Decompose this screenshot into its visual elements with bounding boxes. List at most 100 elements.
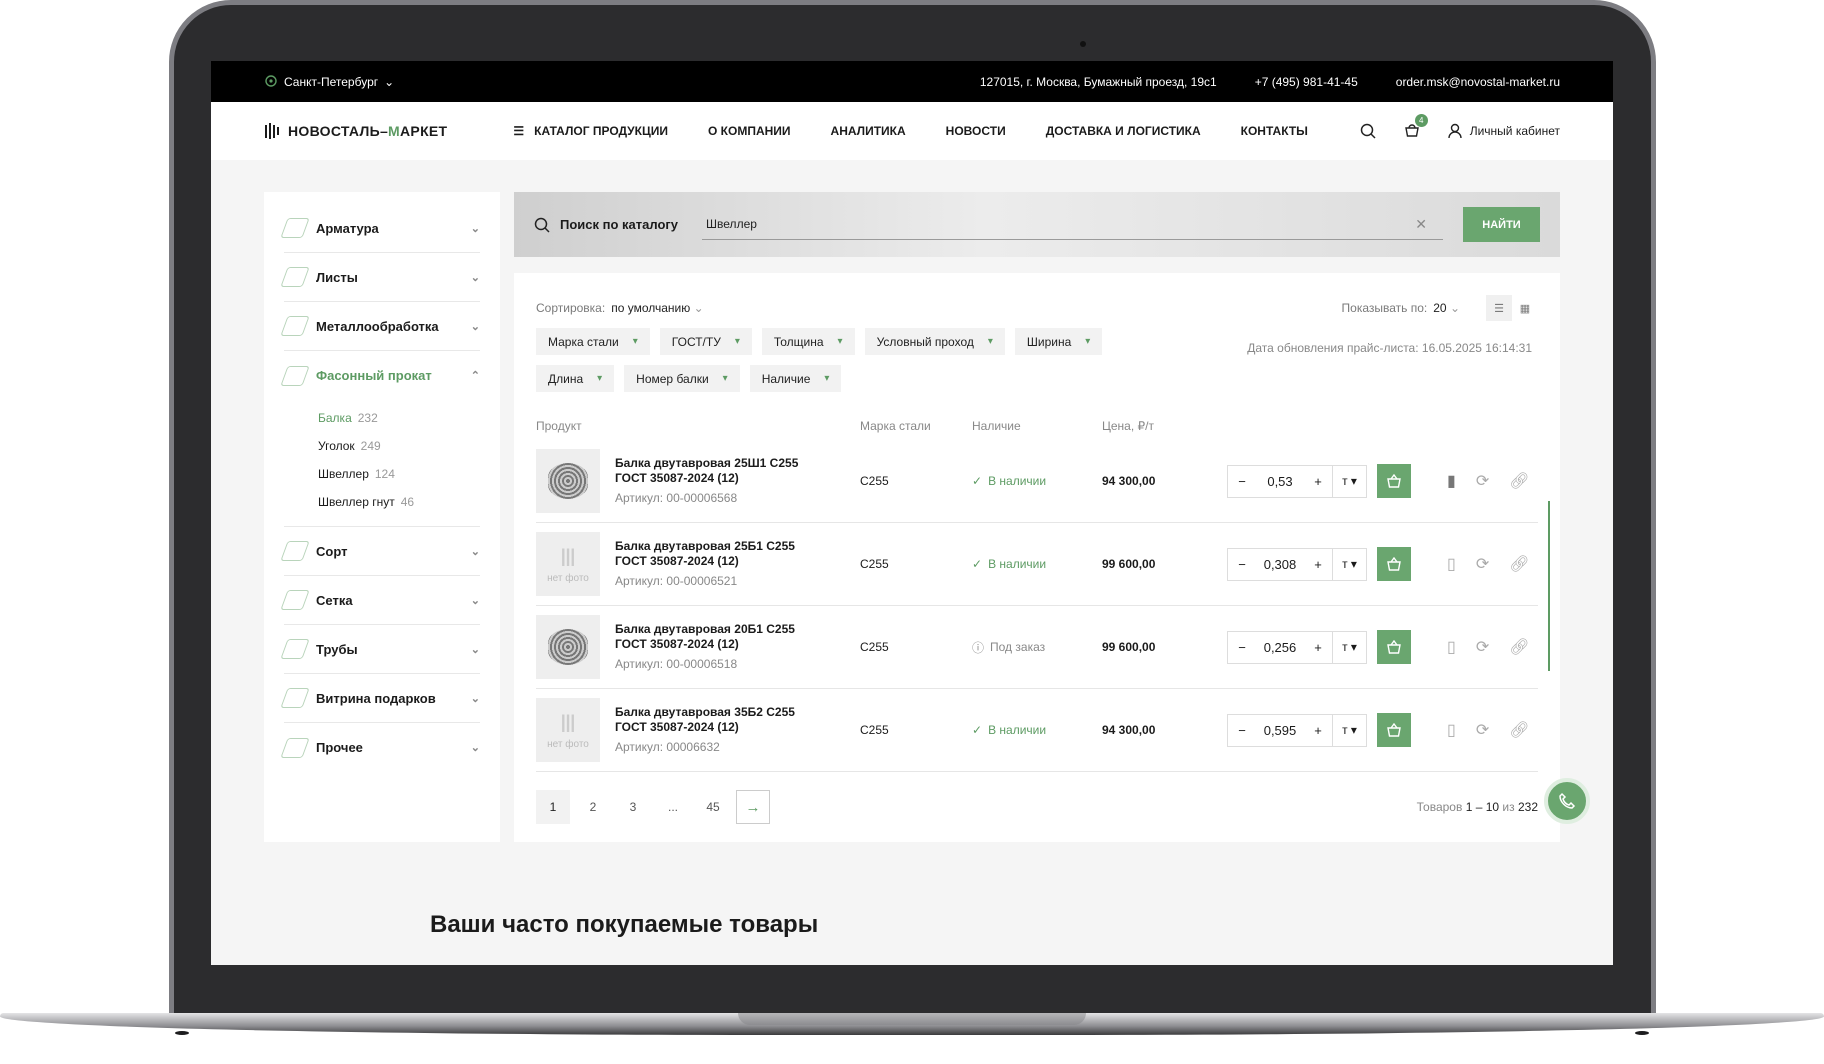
filter-gost[interactable]: ГОСТ/ТУ ▾	[659, 328, 752, 355]
subcategory-item[interactable]: Швеллер гнут 46	[318, 488, 480, 516]
product-image[interactable]: Ⅲнет фото	[536, 532, 600, 596]
laptop-mockup: Санкт-Петербург ⌄ 127015, г. Москва, Бум…	[0, 0, 1824, 1064]
nav-about[interactable]: О КОМПАНИИ	[708, 124, 791, 138]
add-to-cart-button[interactable]	[1377, 547, 1411, 581]
unit-select[interactable]: т ▾	[1332, 548, 1366, 580]
sidebar-item-sort[interactable]: Сорт ⌄	[280, 527, 480, 576]
quantity-value[interactable]: 0,53	[1256, 474, 1304, 489]
bookmark-icon[interactable]: ▯	[1447, 554, 1456, 574]
link-icon[interactable]: 🔗︎	[1509, 471, 1529, 491]
bookmark-icon[interactable]: ▯	[1447, 637, 1456, 657]
link-icon[interactable]: 🔗︎	[1509, 720, 1529, 740]
sidebar-item-shaped[interactable]: Фасонный прокат ⌃	[280, 351, 480, 400]
unit-select[interactable]: т ▾	[1332, 465, 1366, 497]
product-image[interactable]	[536, 615, 600, 679]
quantity-value[interactable]: 0,308	[1256, 557, 1304, 572]
cart-button[interactable]: 4	[1404, 113, 1428, 141]
minus-button[interactable]: −	[1228, 723, 1256, 738]
minus-button[interactable]: −	[1228, 474, 1256, 489]
filter-availability[interactable]: Наличие ▾	[749, 365, 842, 392]
product-title[interactable]: Балка двутавровая 25Ш1 С255 ГОСТ 35087-20…	[615, 456, 860, 506]
find-button[interactable]: НАЙТИ	[1463, 207, 1540, 242]
product-name: Балка двутавровая 25Б1 С255	[615, 539, 795, 553]
filter-steel-grade[interactable]: Марка стали ▾	[536, 328, 650, 355]
grid-view-icon[interactable]: ▦	[1512, 295, 1538, 321]
cabinet-link[interactable]: Личный кабинет	[1448, 123, 1560, 139]
sidebar-item-pipes[interactable]: Трубы ⌄	[280, 625, 480, 674]
page-link[interactable]: 3	[616, 790, 650, 824]
bookmark-icon[interactable]: ▮	[1447, 471, 1456, 491]
subcategory-item[interactable]: Уголок 249	[318, 432, 480, 460]
plus-button[interactable]: +	[1304, 474, 1332, 489]
chevron-down-icon: ⌄	[470, 320, 480, 333]
chevron-down-icon: ▾	[1085, 336, 1091, 347]
user-icon	[1448, 123, 1462, 139]
unit-select[interactable]: т ▾	[1332, 631, 1366, 663]
nav-news[interactable]: НОВОСТИ	[946, 124, 1006, 138]
sort-select[interactable]: по умолчанию ⌄	[611, 301, 703, 315]
sidebar-item-label: Арматура	[316, 220, 379, 236]
email-link[interactable]: order.msk@novostal-market.ru	[1396, 75, 1560, 89]
sidebar-item-metalworking[interactable]: Металлообработка ⌄	[280, 302, 480, 351]
minus-button[interactable]: −	[1228, 640, 1256, 655]
page-link[interactable]: 45	[696, 790, 730, 824]
callback-button[interactable]	[1544, 778, 1590, 824]
list-view-icon[interactable]: ☰	[1486, 295, 1512, 321]
filter-thickness[interactable]: Толщина ▾	[761, 328, 855, 355]
per-page-select[interactable]: 20 ⌄	[1433, 301, 1460, 315]
quantity-value[interactable]: 0,595	[1256, 723, 1304, 738]
nav-delivery[interactable]: ДОСТАВКА И ЛОГИСТИКА	[1046, 124, 1201, 138]
search-icon[interactable]	[1360, 123, 1376, 139]
sidebar-item-mesh[interactable]: Сетка ⌄	[280, 576, 480, 625]
logo[interactable]: НОВОСТАЛЬ–МАРКЕТ	[264, 122, 447, 140]
page-link[interactable]: 2	[576, 790, 610, 824]
search-input[interactable]	[706, 217, 1416, 231]
sidebar-item-other[interactable]: Прочее ⌄	[280, 723, 480, 772]
sidebar-item-sheets[interactable]: Листы ⌄	[280, 253, 480, 302]
add-to-cart-button[interactable]	[1377, 630, 1411, 664]
quantity-stepper: −0,595 + т ▾	[1227, 713, 1367, 747]
filter-nominal-bore[interactable]: Условный проход ▾	[864, 328, 1005, 355]
unit-select[interactable]: т ▾	[1332, 714, 1366, 746]
filter-beam-number[interactable]: Номер балки ▾	[624, 365, 740, 392]
nav-analytics[interactable]: АНАЛИТИКА	[831, 124, 906, 138]
product-title[interactable]: Балка двутавровая 20Б1 С255 ГОСТ 35087-20…	[615, 622, 860, 672]
scrollbar[interactable]	[1548, 501, 1550, 671]
phone-link[interactable]: +7 (495) 981-41-45	[1255, 75, 1358, 89]
filter-width[interactable]: Ширина ▾	[1014, 328, 1103, 355]
quantity-value[interactable]: 0,256	[1256, 640, 1304, 655]
basket-icon	[1387, 474, 1401, 488]
subcategory-item[interactable]: Балка 232	[318, 404, 480, 432]
compare-icon[interactable]: ⟳	[1476, 637, 1489, 657]
product-image[interactable]	[536, 449, 600, 513]
link-icon[interactable]: 🔗︎	[1509, 554, 1529, 574]
sidebar-item-armatura[interactable]: Арматура ⌄	[280, 204, 480, 253]
nav-catalog[interactable]: ☰ КАТАЛОГ ПРОДУКЦИИ	[513, 124, 668, 138]
table-row: Ⅲнет фото Балка двутавровая 35Б2 С255 ГОС…	[536, 689, 1538, 772]
compare-icon[interactable]: ⟳	[1476, 554, 1489, 574]
compare-icon[interactable]: ⟳	[1476, 471, 1489, 491]
product-title[interactable]: Балка двутавровая 35Б2 С255 ГОСТ 35087-20…	[615, 705, 860, 755]
add-to-cart-button[interactable]	[1377, 464, 1411, 498]
plus-button[interactable]: +	[1304, 723, 1332, 738]
subcategory-label: Балка	[318, 411, 352, 425]
filter-length[interactable]: Длина ▾	[536, 365, 615, 392]
minus-button[interactable]: −	[1228, 557, 1256, 572]
product-title[interactable]: Балка двутавровая 25Б1 С255 ГОСТ 35087-20…	[615, 539, 860, 589]
bookmark-icon[interactable]: ▯	[1447, 720, 1456, 740]
link-icon[interactable]: 🔗︎	[1509, 637, 1529, 657]
city-selector[interactable]: Санкт-Петербург ⌄	[264, 75, 394, 89]
sidebar-item-gifts[interactable]: Витрина подарков ⌄	[280, 674, 480, 723]
compare-icon[interactable]: ⟳	[1476, 720, 1489, 740]
sidebar-item-label: Сорт	[316, 543, 348, 559]
page-link[interactable]: 1	[536, 790, 570, 824]
logo-accent: М	[388, 123, 401, 139]
next-page-arrow-icon[interactable]: →	[736, 790, 770, 824]
product-image[interactable]: Ⅲнет фото	[536, 698, 600, 762]
add-to-cart-button[interactable]	[1377, 713, 1411, 747]
plus-button[interactable]: +	[1304, 557, 1332, 572]
plus-button[interactable]: +	[1304, 640, 1332, 655]
subcategory-item[interactable]: Швеллер 124	[318, 460, 480, 488]
nav-contacts[interactable]: КОНТАКТЫ	[1241, 124, 1308, 138]
clear-icon[interactable]: ✕	[1415, 216, 1427, 233]
